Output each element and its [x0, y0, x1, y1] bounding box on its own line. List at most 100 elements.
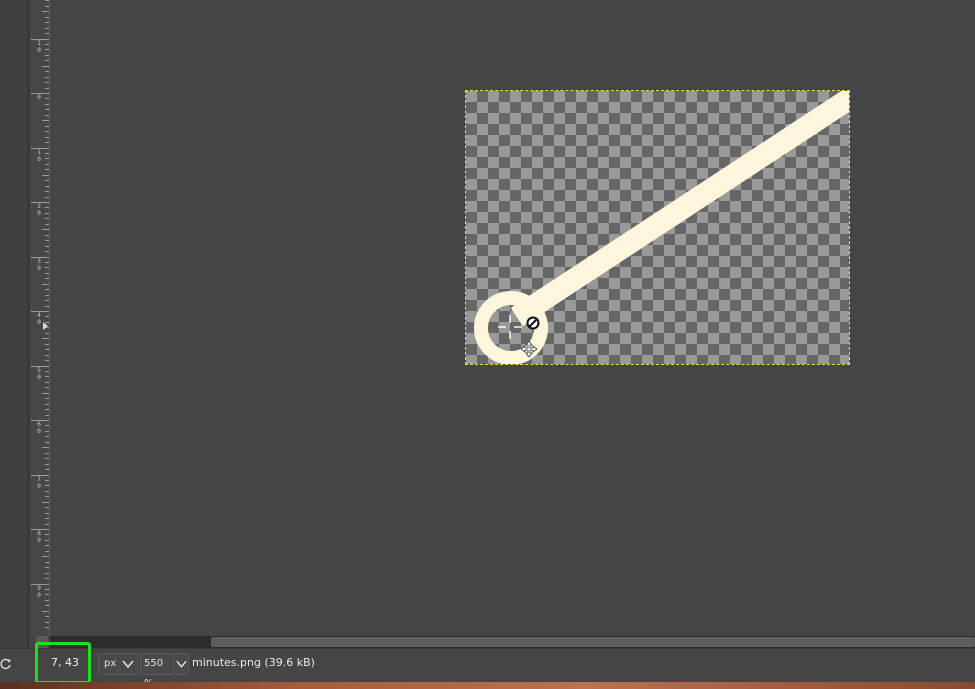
ruler-label: 0	[37, 46, 41, 54]
ruler-tick	[45, 518, 49, 520]
ruler-tick	[45, 223, 49, 225]
ruler-tick	[45, 621, 49, 623]
file-info-label: minutes.png (39.6 kB)	[192, 656, 315, 669]
ruler-tick	[45, 572, 49, 574]
ruler-tick	[45, 196, 49, 198]
minute-hand-image	[474, 91, 849, 364]
ruler-label: 0	[37, 155, 41, 163]
ruler-tick	[45, 16, 49, 18]
ruler-tick	[45, 114, 49, 116]
zoom-field[interactable]: 550 %	[140, 653, 173, 689]
ruler-pointer-marker	[43, 322, 48, 330]
ruler-tick	[42, 501, 49, 503]
ruler-tick	[45, 136, 49, 138]
ruler-tick	[45, 234, 49, 236]
horizontal-scrollbar[interactable]	[50, 636, 975, 648]
ruler-tick	[45, 534, 49, 536]
ruler-tick	[45, 33, 49, 35]
ruler-tick	[45, 240, 49, 242]
image-layer[interactable]	[465, 90, 850, 365]
ruler-tick	[45, 289, 49, 291]
zoom-dropdown-button[interactable]	[173, 653, 189, 675]
ruler-tick	[42, 283, 49, 285]
unit-value: px	[104, 658, 117, 669]
ruler-tick	[42, 229, 49, 231]
ruler-tick	[45, 594, 49, 596]
ruler-tick	[45, 245, 49, 247]
ruler-tick	[42, 556, 49, 558]
ruler-tick	[45, 294, 49, 296]
ruler-tick	[45, 142, 49, 144]
ruler-tick	[45, 60, 49, 62]
ruler-tick	[45, 599, 49, 601]
ruler-label: 7	[37, 475, 41, 483]
ruler-tick	[45, 98, 49, 100]
ruler-label: 0	[37, 94, 41, 101]
ruler-tick	[45, 22, 49, 24]
refresh-icon[interactable]	[0, 657, 12, 671]
ruler-tick	[45, 76, 49, 78]
ruler-tick	[42, 392, 49, 394]
ruler-tick	[45, 218, 49, 220]
ruler-tick	[45, 588, 49, 590]
ruler-tick	[45, 523, 49, 525]
ruler-label: 1	[37, 39, 41, 47]
ruler-tick	[45, 627, 49, 629]
ruler-tick	[45, 452, 49, 454]
ruler-tick	[45, 152, 49, 154]
ruler-tick	[45, 458, 49, 460]
ruler-tick	[45, 496, 49, 498]
ruler-tick	[45, 561, 49, 563]
ruler-tick	[45, 354, 49, 356]
ruler-tick	[42, 65, 49, 67]
ruler-label: 0	[37, 210, 41, 217]
ruler-tick	[45, 185, 49, 187]
ruler-tick	[45, 512, 49, 514]
ruler-tick	[45, 71, 49, 73]
chevron-down-icon	[122, 660, 134, 669]
ruler-tick	[45, 109, 49, 111]
ruler-tick	[45, 125, 49, 127]
ruler-label: 9	[37, 584, 41, 592]
ruler-tick	[45, 425, 49, 427]
horizontal-scroll-thumb[interactable]	[211, 637, 975, 647]
ruler-tick	[45, 87, 49, 89]
desktop-background-strip	[0, 682, 975, 689]
ruler-tick	[42, 610, 49, 612]
ruler-tick	[45, 316, 49, 318]
left-dock	[0, 0, 29, 650]
ruler-tick	[45, 550, 49, 552]
ruler-tick	[45, 27, 49, 29]
ruler-tick	[45, 261, 49, 263]
chevron-down-icon	[176, 660, 187, 668]
ruler-tick	[45, 0, 49, 2]
ruler-label: 0	[37, 537, 41, 544]
ruler-tick	[45, 387, 49, 389]
canvas-area[interactable]	[50, 0, 975, 636]
ruler-tick	[45, 103, 49, 105]
ruler-tick	[45, 251, 49, 253]
unit-dropdown[interactable]: px	[98, 653, 138, 675]
ruler-tick	[45, 376, 49, 378]
vertical-ruler[interactable]: 100102030405060708090	[31, 0, 50, 636]
ruler-label: 5	[37, 366, 41, 374]
image-editor-window: ⋮⋮ 100102030405060708090	[0, 0, 975, 689]
ruler-tick	[45, 414, 49, 416]
ruler-tick	[45, 441, 49, 443]
ruler-tick	[45, 180, 49, 182]
ruler-tick	[45, 463, 49, 465]
ruler-tick	[45, 485, 49, 487]
ruler-tick	[45, 436, 49, 438]
ruler-tick	[45, 5, 49, 7]
ruler-tick	[45, 305, 49, 307]
pointer-coordinates: 7, 43	[51, 656, 79, 669]
ruler-tick	[45, 409, 49, 411]
ruler-tick	[45, 545, 49, 547]
ruler-tick	[42, 120, 49, 122]
ruler-tick	[42, 447, 49, 449]
ruler-tick	[45, 131, 49, 133]
ruler-label: 0	[37, 319, 41, 326]
ruler-tick	[42, 338, 49, 340]
ruler-tick	[45, 430, 49, 432]
ruler-tick	[45, 332, 49, 334]
